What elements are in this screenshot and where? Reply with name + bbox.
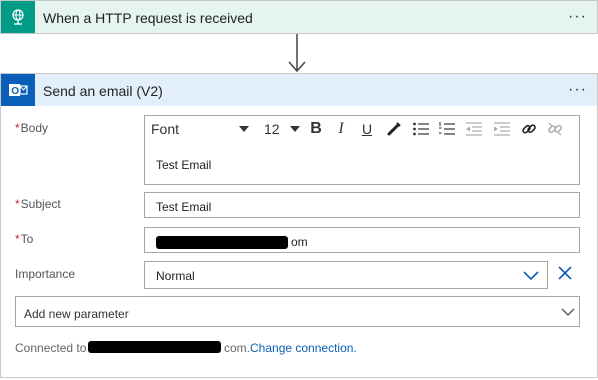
decrease-indent-icon [466, 122, 482, 136]
required-marker: * [15, 197, 20, 211]
font-family-value: Font [151, 121, 180, 137]
redacted-email-mark [156, 236, 288, 249]
bold-button[interactable]: B [307, 120, 325, 138]
to-input[interactable]: om [144, 227, 580, 253]
subject-label: *Subject [15, 197, 61, 211]
importance-select[interactable]: Normal [144, 261, 548, 289]
action-icon-box: O [1, 74, 35, 106]
bullet-list-icon [413, 122, 429, 136]
chevron-down-icon [523, 271, 539, 281]
numbered-list-button[interactable] [437, 120, 457, 138]
to-label: *To [15, 232, 33, 246]
action-title: Send an email (V2) [43, 83, 163, 99]
body-editor[interactable]: Font 12 B I U Test Email [144, 115, 580, 185]
add-parameter-label: Add new parameter [24, 307, 129, 321]
font-size-value: 12 [264, 121, 280, 137]
font-color-button[interactable] [385, 120, 403, 138]
importance-label: Importance [15, 267, 76, 281]
underline-button[interactable]: U [359, 120, 375, 138]
connected-account-suffix: com. [224, 341, 251, 355]
outlook-icon: O [9, 84, 28, 97]
increase-indent-button[interactable] [491, 120, 513, 138]
font-size-dropdown[interactable]: 12 [264, 120, 300, 138]
italic-button[interactable]: I [333, 120, 349, 138]
link-icon [522, 124, 536, 134]
importance-value: Normal [156, 269, 195, 283]
body-text: Test Email [156, 158, 212, 172]
to-label-text: To [20, 232, 34, 246]
editor-toolbar: Font 12 B I U [145, 116, 579, 142]
to-value-suffix: om [291, 235, 308, 249]
chevron-down-icon [561, 308, 575, 316]
remove-link-button[interactable] [545, 120, 565, 138]
add-parameter-dropdown[interactable]: Add new parameter [15, 296, 580, 327]
subject-input[interactable]: Test Email [144, 192, 580, 218]
change-connection-link[interactable]: Change connection. [250, 341, 357, 355]
clear-importance-icon[interactable] [558, 266, 572, 280]
flow-arrow-icon [288, 34, 306, 73]
required-marker: * [15, 121, 20, 135]
subject-value: Test Email [156, 200, 212, 214]
insert-link-button[interactable] [519, 120, 539, 138]
increase-indent-icon [494, 122, 510, 136]
trigger-icon-box [1, 1, 35, 33]
body-label-text: Body [20, 121, 49, 135]
decrease-indent-button[interactable] [463, 120, 485, 138]
action-header[interactable]: O Send an email (V2) ··· [1, 74, 597, 106]
svg-text:O: O [11, 86, 19, 97]
redacted-account-mark [88, 341, 221, 353]
required-marker: * [15, 232, 20, 246]
font-family-dropdown[interactable]: Font [151, 120, 249, 138]
body-label: *Body [15, 121, 48, 135]
action-more-button[interactable]: ··· [568, 82, 587, 98]
numbered-list-icon [439, 122, 455, 135]
subject-label-text: Subject [20, 197, 61, 211]
trigger-more-button[interactable]: ··· [568, 9, 587, 25]
marker-pen-icon [387, 122, 401, 136]
caret-down-icon [239, 126, 249, 132]
globe-request-icon [12, 9, 24, 25]
send-email-card: O Send an email (V2) ··· *Body Font 12 B… [0, 73, 598, 378]
unlink-icon [548, 122, 562, 136]
trigger-card[interactable]: When a HTTP request is received ··· [0, 0, 598, 34]
bullet-list-button[interactable] [411, 120, 431, 138]
connected-to-label: Connected to [15, 341, 87, 355]
trigger-title: When a HTTP request is received [43, 10, 253, 26]
caret-down-icon [290, 126, 300, 132]
